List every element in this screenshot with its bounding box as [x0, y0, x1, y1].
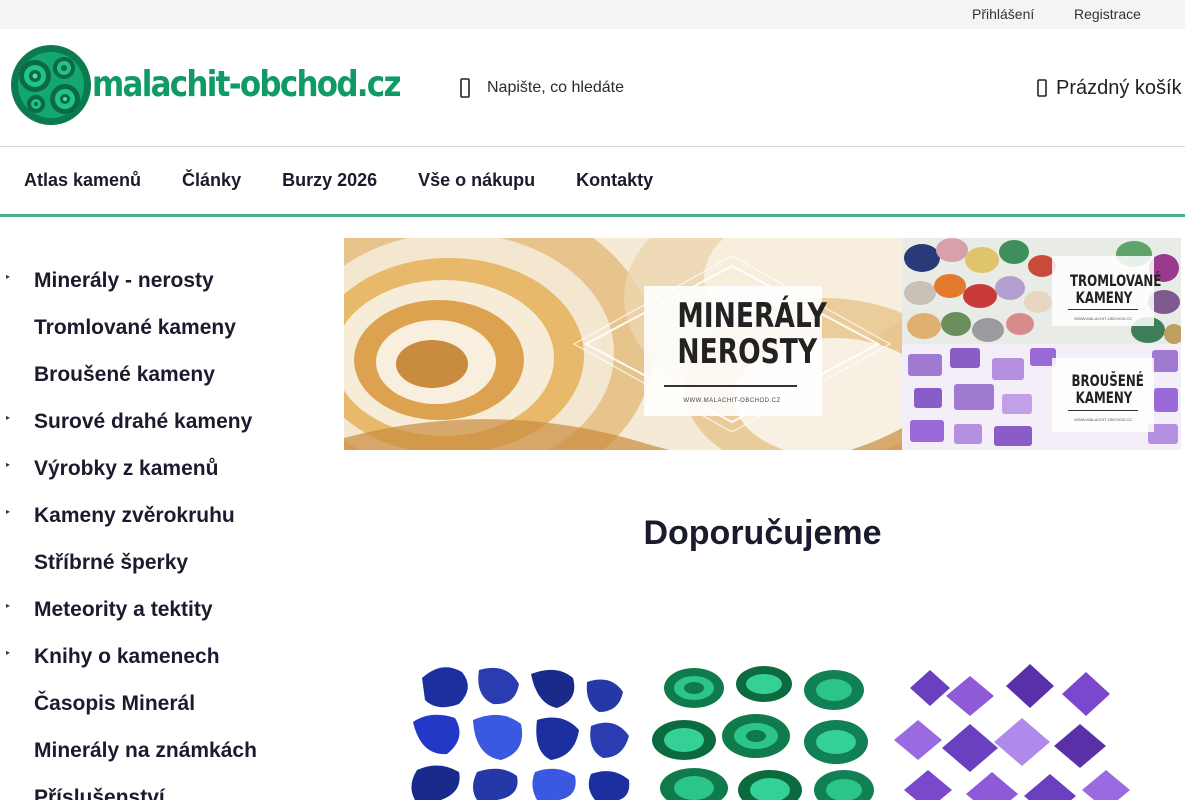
sidebar-item-label: Minerály - nerosty — [34, 268, 214, 292]
banner-tumbled-stones[interactable]: Tromlované kameny WWW.MALACHIT-OBCHOD.CZ — [902, 238, 1181, 344]
chevron-right-icon[interactable]: ▸ — [6, 649, 12, 657]
sidebar-item-accessories[interactable]: Příslušenství — [0, 774, 320, 800]
sidebar-item-label: Příslušenství — [34, 785, 165, 800]
logo[interactable]: malachit-obchod.cz — [9, 44, 401, 126]
sidebar-item-meteorites[interactable]: ▸ Meteority a tektity — [0, 586, 320, 633]
sidebar-item-label: Časopis Minerál — [34, 691, 196, 715]
product-image-fluorite[interactable] — [890, 660, 1130, 800]
chevron-right-icon[interactable]: ▸ — [6, 602, 12, 610]
category-sidebar: ▸ Minerály - nerosty Tromlované kameny B… — [0, 257, 320, 800]
cart-label: Prázdný košík — [1056, 76, 1182, 99]
sidebar-item-label: Stříbrné šperky — [34, 550, 189, 574]
top-bar: Přihlášení Registrace — [0, 0, 1185, 29]
banner-divider — [664, 385, 797, 387]
sidebar-item-silver-jewelry[interactable]: Stříbrné šperky — [0, 539, 320, 586]
product-image-azurite[interactable] — [397, 660, 637, 800]
banner-divider — [1068, 410, 1138, 411]
banner-title: Tromlované kameny — [1069, 271, 1162, 307]
nav-item-contacts[interactable]: Kontakty — [576, 170, 653, 191]
sidebar-item-label: Minerály na známkách — [34, 738, 257, 762]
banner-url: WWW.MALACHIT-OBCHOD.CZ — [1074, 316, 1132, 321]
sidebar-item-stamps[interactable]: Minerály na známkách — [0, 727, 320, 774]
cut-stones-image — [902, 344, 1181, 450]
banner-title: Minerály nerosty — [677, 296, 827, 372]
sidebar-item-label: Knihy o kamenech — [34, 644, 220, 668]
product-image-malachite[interactable] — [644, 660, 884, 800]
banner-title: Broušené kameny — [1071, 371, 1144, 407]
search-icon[interactable] — [454, 77, 476, 99]
cart-button[interactable]: Prázdný košík — [1034, 73, 1182, 103]
logo-text: malachit-obchod.cz — [92, 64, 401, 105]
nav-item-shopping-info[interactable]: Vše o nákupu — [418, 170, 535, 191]
nav-item-fairs[interactable]: Burzy 2026 — [282, 170, 377, 191]
chevron-right-icon[interactable]: ▸ — [6, 273, 12, 281]
banner-url: WWW.MALACHIT-OBCHOD.CZ — [683, 398, 781, 404]
agate-image — [344, 238, 902, 450]
sidebar-item-label: Tromlované kameny — [34, 315, 236, 339]
sidebar-item-tumbled-stones[interactable]: Tromlované kameny — [0, 304, 320, 351]
register-link[interactable]: Registrace — [1074, 6, 1141, 22]
malachite-logo-icon — [11, 45, 91, 125]
tumbled-stones-image — [902, 238, 1181, 344]
sidebar-item-label: Broušené kameny — [34, 362, 215, 386]
login-link[interactable]: Přihlášení — [972, 6, 1034, 22]
sidebar-item-label: Meteority a tektity — [34, 597, 213, 621]
nav-item-articles[interactable]: Články — [182, 170, 241, 191]
banner-divider — [1068, 309, 1138, 310]
chevron-right-icon[interactable]: ▸ — [6, 461, 12, 469]
sidebar-item-zodiac-stones[interactable]: ▸ Kameny zvěrokruhu — [0, 492, 320, 539]
search-input[interactable]: Napište, co hledáte — [487, 79, 624, 97]
cart-icon — [1034, 77, 1050, 99]
section-title: Doporučujeme — [643, 514, 882, 552]
banner-url: WWW.MALACHIT-OBCHOD.CZ — [1074, 417, 1132, 422]
chevron-right-icon[interactable]: ▸ — [6, 414, 12, 422]
sidebar-item-label: Výrobky z kamenů — [34, 456, 219, 480]
sidebar-item-stone-products[interactable]: ▸ Výrobky z kamenů — [0, 445, 320, 492]
chevron-right-icon[interactable]: ▸ — [6, 508, 12, 516]
banner-minerals[interactable]: Minerály nerosty WWW.MALACHIT-OBCHOD.CZ — [344, 238, 902, 450]
sidebar-item-magazine[interactable]: Časopis Minerál — [0, 680, 320, 727]
nav-item-atlas[interactable]: Atlas kamenů — [24, 170, 141, 191]
sidebar-item-label: Surové drahé kameny — [34, 409, 253, 433]
sidebar-item-label: Kameny zvěrokruhu — [34, 503, 235, 527]
sidebar-item-raw-gemstones[interactable]: ▸ Surové drahé kameny — [0, 398, 320, 445]
banner-cut-stones[interactable]: Broušené kameny WWW.MALACHIT-OBCHOD.CZ — [902, 344, 1181, 450]
sidebar-item-cut-stones[interactable]: Broušené kameny — [0, 351, 320, 398]
header: malachit-obchod.cz Napište, co hledáte P… — [0, 29, 1185, 147]
search-bar[interactable]: Napište, co hledáte — [450, 73, 750, 103]
sidebar-item-minerals[interactable]: ▸ Minerály - nerosty — [0, 257, 320, 304]
sidebar-item-books[interactable]: ▸ Knihy o kamenech — [0, 633, 320, 680]
main-navigation: Atlas kamenů Články Burzy 2026 Vše o nák… — [0, 147, 1185, 217]
